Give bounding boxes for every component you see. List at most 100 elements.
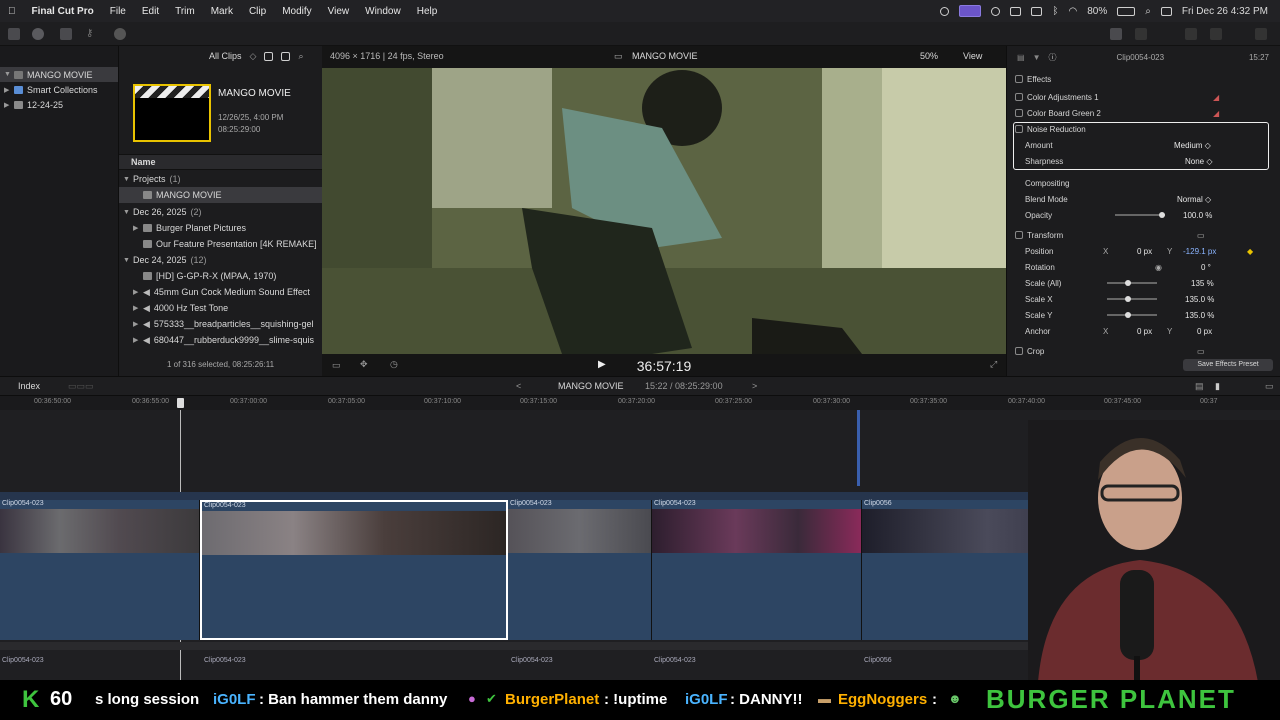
timeline-clip[interactable]: Clip0054-023 — [652, 500, 862, 640]
slider-knob[interactable] — [1125, 312, 1131, 318]
slider-knob[interactable] — [1125, 280, 1131, 286]
amount-dropdown[interactable]: Medium ◇ — [1174, 141, 1211, 150]
audio-clip-label[interactable]: Clip0054-023 — [654, 657, 696, 664]
edit-tools-icon[interactable]: ▭▭▭ — [68, 381, 94, 392]
apple-icon[interactable]:  — [0, 6, 24, 17]
position-x-value[interactable]: 0 px — [1137, 247, 1152, 256]
library-item-smart-collections[interactable]: ▶ Smart Collections — [0, 82, 118, 97]
list-item[interactable]: ▶ Burger Planet Pictures — [119, 220, 322, 236]
crop-checkbox[interactable] — [1015, 347, 1023, 355]
zoom-dropdown[interactable]: 50% — [920, 51, 938, 61]
disclosure-closed-icon[interactable]: ▶ — [133, 304, 143, 312]
chevron-down-icon[interactable]: ◇ — [250, 51, 257, 62]
effects-section[interactable]: Effects — [1007, 71, 1280, 87]
slider-knob[interactable] — [1159, 212, 1165, 218]
history-forward-icon[interactable]: > — [752, 381, 757, 391]
group-dec-24[interactable]: ▼ Dec 24, 2025 (12) — [119, 252, 322, 268]
clip-appearance-icon[interactable]: ▤ — [1195, 381, 1204, 392]
menu-mark[interactable]: Mark — [203, 6, 241, 17]
name-column-header[interactable]: Name — [119, 154, 322, 170]
screen-icon[interactable] — [959, 5, 982, 17]
scale-x-slider[interactable] — [1107, 296, 1157, 302]
disclosure-open-icon[interactable]: ▼ — [123, 209, 133, 216]
transform-onscreen-icon[interactable]: ▭ — [1197, 231, 1205, 240]
crop-section[interactable]: Crop ▭ — [1007, 343, 1280, 359]
project-thumbnail[interactable] — [133, 84, 211, 142]
rotation-dial-icon[interactable]: ◉ — [1155, 263, 1162, 272]
anchor-x-value[interactable]: 0 px — [1137, 327, 1152, 336]
list-item[interactable]: ▶ ◀ 680447__rubberduck9999__slime-squis — [119, 332, 322, 348]
library-icon[interactable] — [8, 28, 20, 40]
audio-meter-icon[interactable]: ▮ — [1215, 381, 1220, 392]
bluetooth-icon[interactable]: ᛒ — [1052, 6, 1058, 17]
menu-file[interactable]: File — [102, 6, 134, 17]
video-frame[interactable] — [322, 68, 1006, 354]
effect-checkbox[interactable] — [1015, 109, 1023, 117]
transform-section[interactable]: Transform ▭ — [1007, 227, 1280, 243]
list-item[interactable]: ▶ ◀ 4000 Hz Test Tone — [119, 300, 322, 316]
audio-clip-label[interactable]: Clip0054-023 — [2, 657, 44, 664]
compositing-section[interactable]: Compositing — [1007, 175, 1280, 191]
fullscreen-icon[interactable]: ⤢ — [990, 359, 997, 370]
browser-toggle-icon[interactable] — [1185, 28, 1197, 40]
opacity-value[interactable]: 100.0 % — [1183, 211, 1212, 220]
playhead-handle[interactable] — [177, 398, 184, 408]
disclosure-closed-icon[interactable]: ▶ — [133, 320, 143, 328]
crop-onscreen-icon[interactable]: ▭ — [1197, 347, 1205, 356]
sharpness-dropdown[interactable]: None ◇ — [1185, 157, 1213, 166]
menu-window[interactable]: Window — [357, 6, 409, 17]
disclosure-closed-icon[interactable]: ▶ — [133, 288, 143, 296]
titles-icon[interactable] — [60, 28, 72, 40]
timeline-clip-selected[interactable]: Clip0054-023 — [200, 500, 508, 640]
display-icon[interactable] — [1031, 6, 1043, 16]
video-inspector-icon[interactable]: ▤ — [1017, 53, 1025, 62]
disclosure-open-icon[interactable]: ▼ — [4, 71, 14, 78]
effect-color-board[interactable]: Color Board Green 2 ◢ — [1007, 105, 1280, 121]
keyframe-icon[interactable]: ◆ — [1247, 247, 1253, 256]
effect-color-adjustments[interactable]: Color Adjustments 1 ◢ — [1007, 89, 1280, 105]
timeline-clip[interactable]: Clip0054-023 — [508, 500, 652, 640]
menu-edit[interactable]: Edit — [134, 6, 167, 17]
scale-y-slider[interactable] — [1107, 312, 1157, 318]
color-inspector-icon[interactable]: ▼ — [1033, 53, 1041, 62]
clip-appearance-icon[interactable] — [281, 51, 291, 61]
clip-filter-dropdown[interactable]: All Clips — [209, 51, 242, 61]
transform-checkbox[interactable] — [1015, 231, 1023, 239]
list-item[interactable]: ▶ ◀ 45mm Gun Cock Medium Sound Effect — [119, 284, 322, 300]
scale-all-slider[interactable] — [1107, 280, 1157, 286]
color-wheel-icon[interactable]: ◢ — [1213, 93, 1219, 102]
view-dropdown[interactable]: View — [963, 51, 982, 61]
info-icon[interactable]: ⓘ — [1048, 52, 1056, 63]
library-item-event[interactable]: ▶ 12-24-25 — [0, 97, 118, 112]
rotation-value[interactable]: 0 ° — [1201, 263, 1211, 272]
app-menu[interactable]: Final Cut Pro — [24, 6, 102, 17]
audio-clip-label[interactable]: Clip0054-023 — [511, 657, 553, 664]
key-icon[interactable]: ⚷ — [86, 28, 98, 40]
disclosure-closed-icon[interactable]: ▶ — [4, 101, 14, 109]
history-back-icon[interactable]: < — [516, 381, 521, 391]
position-y-value[interactable]: -129.1 px — [1183, 247, 1216, 256]
audio-clip-label[interactable]: Clip0054-023 — [204, 657, 246, 664]
search-icon[interactable]: ⌕ — [1145, 6, 1151, 17]
clock[interactable]: Fri Dec 26 4:32 PM — [1182, 6, 1268, 17]
list-item[interactable]: [HD] G-GP-R-X (MPAA, 1970) — [119, 268, 322, 284]
search-icon[interactable]: ⌕ — [298, 51, 303, 62]
library-item-mango-movie[interactable]: ▼ MANGO MOVIE — [0, 67, 118, 82]
list-item[interactable]: Our Feature Presentation [4K REMAKE] — [119, 236, 322, 252]
timecode-display[interactable]: 36:57:19 — [322, 358, 1006, 374]
save-effects-preset-button[interactable]: Save Effects Preset — [1183, 359, 1273, 371]
disclosure-open-icon[interactable]: ▼ — [123, 257, 133, 264]
audio-clip-label[interactable]: Clip0056 — [864, 657, 892, 664]
menu-help[interactable]: Help — [409, 6, 446, 17]
scale-y-value[interactable]: 135.0 % — [1185, 311, 1214, 320]
timeline-ruler[interactable]: 00:36:50:00 00:36:55:00 00:37:00:00 00:3… — [0, 396, 1280, 410]
effects-browser-icon[interactable]: ▭ — [1265, 381, 1274, 392]
list-view-icon[interactable] — [264, 51, 274, 61]
effects-checkbox[interactable] — [1015, 75, 1023, 83]
export-icon[interactable] — [1255, 28, 1267, 40]
anchor-y-value[interactable]: 0 px — [1197, 327, 1212, 336]
effect-noise-reduction[interactable]: Noise Reduction — [1007, 121, 1280, 137]
opacity-slider[interactable] — [1115, 212, 1165, 218]
menu-modify[interactable]: Modify — [274, 6, 319, 17]
list-item[interactable]: ▶ ◀ 575333__breadparticles__squishing-ge… — [119, 316, 322, 332]
